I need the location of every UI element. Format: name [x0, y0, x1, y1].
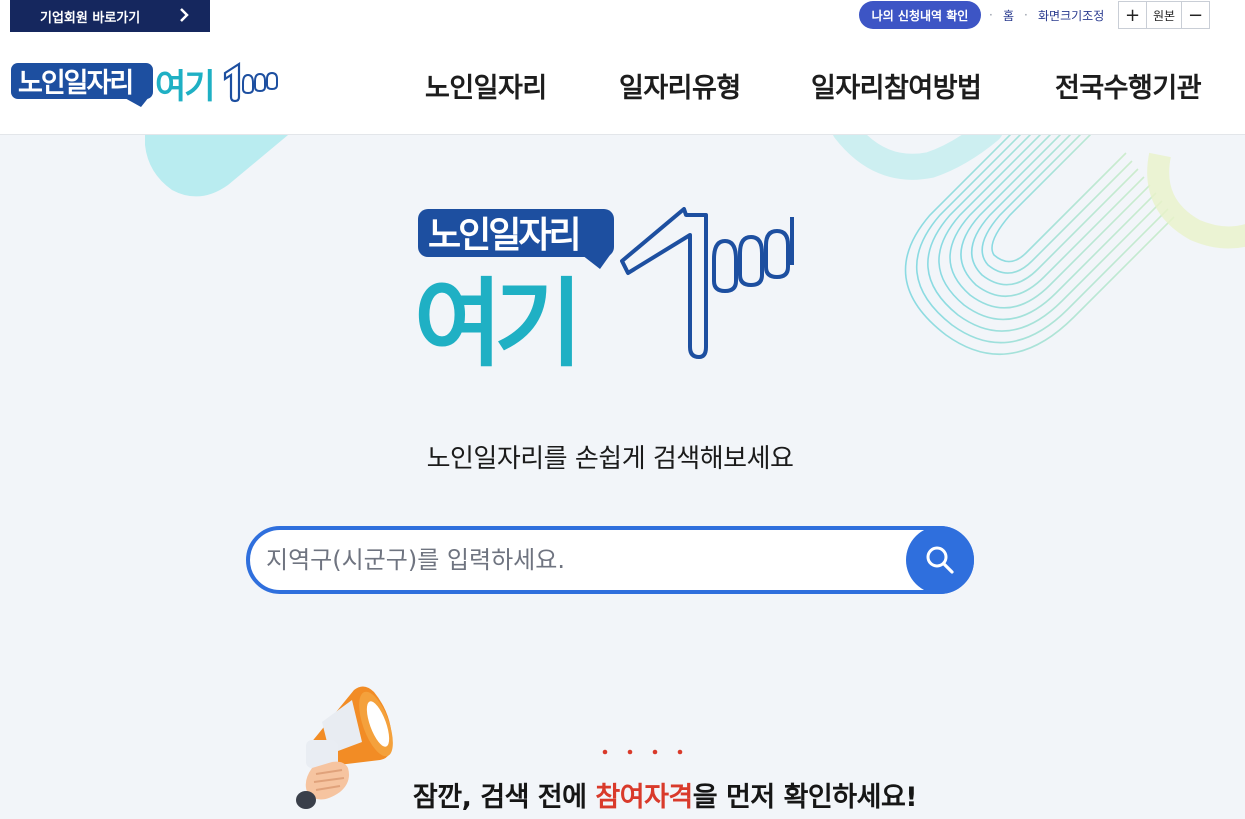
notice-prefix: 잠깐, 검색 전에: [412, 782, 596, 813]
nav-job-types[interactable]: 일자리유형: [619, 66, 741, 105]
hero-logo-top-text: 노인일자리: [428, 215, 579, 256]
zoom-in-button[interactable]: +: [1119, 2, 1146, 28]
hero-logo: 노인일자리 여기: [414, 207, 806, 380]
screen-size-label: 화면크기조정: [1038, 9, 1105, 23]
separator-dot: ·: [989, 8, 993, 22]
logo-bottom-text: 여기: [155, 67, 214, 107]
search-icon: [926, 546, 954, 574]
pointing-finger-icon: [223, 61, 278, 103]
site-logo[interactable]: 노인일자리 여기: [11, 61, 281, 111]
hero-section: 노인일자리 여기 노인일자리를 손쉽게 검색해보세요 지역구(시군구)를 입력하…: [0, 135, 1245, 819]
pointing-finger-icon: [620, 207, 794, 359]
notice-emphasis[interactable]: 참여자격: [595, 782, 693, 813]
application-history-button[interactable]: 나의 신청내역 확인: [859, 1, 981, 29]
eligibility-notice: 잠깐, 검색 전에 참여자격을 먼저 확인하세요!: [0, 775, 1245, 814]
nav-how-to-participate[interactable]: 일자리참여방법: [811, 66, 982, 105]
logo-top-text: 노인일자리: [18, 68, 132, 99]
notice-suffix: 을 먼저 확인하세요!: [692, 782, 918, 813]
home-link[interactable]: 홈: [1003, 7, 1014, 24]
zoom-controls: + 원본 −: [1118, 1, 1210, 29]
hero-logo-bottom-text: 여기: [414, 268, 575, 367]
separator-dot: ·: [1024, 8, 1028, 22]
zoom-reset-button[interactable]: 원본: [1146, 2, 1182, 28]
utility-bar: 기업회원 바로가기 나의 신청내역 확인 · 홈 · 화면크기조정 + 원본 −: [0, 0, 1245, 34]
nav-agencies[interactable]: 전국수행기관: [1055, 66, 1202, 105]
zoom-out-button[interactable]: −: [1182, 2, 1209, 28]
main-header: 노인일자리 여기 노인일자리 일자리유형 일자리참여방법 전국수행기관: [0, 34, 1245, 135]
corporate-member-label: 기업회원 바로가기: [40, 10, 141, 26]
chevron-right-icon: [178, 7, 190, 27]
search-button[interactable]: [906, 526, 974, 594]
corporate-member-button[interactable]: 기업회원 바로가기: [10, 0, 210, 32]
search-bar: [246, 526, 974, 594]
emphasis-dots: [602, 749, 683, 755]
nav-senior-jobs[interactable]: 노인일자리: [425, 66, 547, 105]
region-search-input[interactable]: [266, 540, 886, 580]
search-tagline: 노인일자리를 손쉽게 검색해보세요: [426, 444, 794, 474]
